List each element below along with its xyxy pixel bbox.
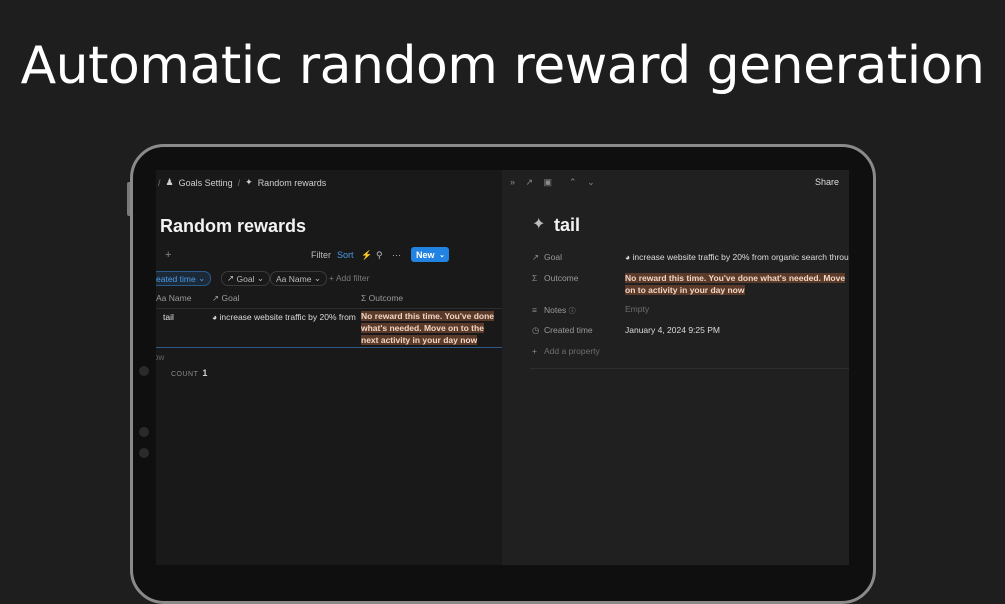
filter-button[interactable]: Filter <box>311 250 331 260</box>
database-toolbar: + Filter Sort ⚡ ⚲ ··· New ⌄ <box>156 247 502 265</box>
share-button[interactable]: Share <box>815 177 839 187</box>
relation-arrow-icon: ↗ <box>532 252 540 262</box>
chevron-down-icon: ⌄ <box>256 273 264 283</box>
prop-created-value: January 4, 2024 9:25 PM <box>625 325 720 335</box>
filter-goal[interactable]: ↗ Goal ⌄ <box>221 271 270 286</box>
more-icon[interactable]: ··· <box>392 250 401 260</box>
prop-outcome-value[interactable]: No reward this time. You've done what's … <box>625 272 849 296</box>
row-outcome[interactable]: No reward this time. You've done what's … <box>361 310 502 346</box>
sidebar-dot <box>139 427 149 437</box>
sidebar-dot <box>139 366 149 376</box>
page-title[interactable]: tail <box>554 215 580 236</box>
plus-icon: + <box>532 346 537 356</box>
automation-icon[interactable]: ⚡ <box>361 250 372 261</box>
prop-notes-label[interactable]: ≡ Notes ⓘ <box>532 305 576 316</box>
table-row[interactable]: tail ◕ increase website traffic by 20% f… <box>156 309 502 348</box>
column-name[interactable]: Aa Name <box>156 293 191 303</box>
new-button[interactable]: New ⌄ <box>411 247 449 262</box>
goal-page-icon: ◕ <box>625 252 631 262</box>
search-icon[interactable]: ⚲ <box>376 250 383 261</box>
table-header: Aa Name ↗ Goal Σ Outcome <box>156 292 502 309</box>
database-pane: / ♟ Goals Setting / ✦ Random rewards Ran… <box>156 170 502 565</box>
chevron-down-icon: ⌄ <box>198 273 206 283</box>
divider <box>530 368 849 369</box>
clock-icon: ◷ <box>532 325 540 335</box>
relation-arrow-icon: ↗ <box>227 273 235 283</box>
relation-arrow-icon: ↗ <box>212 293 220 303</box>
row-name[interactable]: tail <box>163 312 174 322</box>
add-view-button[interactable]: + <box>165 249 171 261</box>
headline: Automatic random reward generation <box>20 36 985 96</box>
notes-icon: ≡ <box>532 305 537 315</box>
column-goal[interactable]: ↗ Goal <box>212 293 239 304</box>
prop-outcome-label[interactable]: Σ Outcome <box>532 273 579 283</box>
person-icon: ♟ <box>165 177 174 187</box>
cactus-icon: ✦ <box>245 177 253 187</box>
row-goal[interactable]: ◕ increase website traffic by 20% from o… <box>212 312 358 322</box>
filter-bar: eated time ⌄ ↗ Goal ⌄ Aa Name ⌄ + Add fi… <box>156 271 502 287</box>
text-type-icon: Aa <box>156 293 167 303</box>
sort-button[interactable]: Sort <box>337 250 354 260</box>
filter-created-time[interactable]: eated time ⌄ <box>156 271 212 286</box>
chevron-down-icon: ⌄ <box>313 273 321 283</box>
prop-notes-value[interactable]: Empty <box>625 304 849 314</box>
text-type-icon: Aa <box>276 273 287 284</box>
new-row-button[interactable]: ow <box>156 353 164 362</box>
count-summary[interactable]: COUNT 1 <box>171 368 208 378</box>
prop-goal-value[interactable]: ◕ increase website traffic by 20% from o… <box>625 252 849 262</box>
app-screen: / ♟ Goals Setting / ✦ Random rewards Ran… <box>156 170 849 565</box>
column-outcome[interactable]: Σ Outcome <box>361 293 403 303</box>
chevron-down-icon[interactable]: ⌄ <box>439 251 449 259</box>
add-filter-button[interactable]: + Add filter <box>329 273 369 283</box>
formula-icon: Σ <box>361 293 367 303</box>
page-peek-pane: » ↗ ▣ ⌃ ⌄ Share ✦ tail ↗ Goal ◕ increase … <box>502 170 849 565</box>
prop-goal-label[interactable]: ↗ Goal <box>532 252 562 263</box>
info-icon: ⓘ <box>568 308 576 315</box>
cactus-icon: ✦ <box>532 216 546 233</box>
database-title: Random rewards <box>160 216 307 236</box>
breadcrumb-random-rewards[interactable]: Random rewards <box>258 178 327 188</box>
breadcrumb-goals-setting[interactable]: Goals Setting <box>179 178 233 188</box>
breadcrumb: / ♟ Goals Setting / ✦ Random rewards <box>158 177 327 188</box>
sidebar-dot <box>139 448 149 458</box>
filter-name[interactable]: Aa Name ⌄ <box>270 271 327 286</box>
add-property-button[interactable]: + Add a property <box>532 346 600 356</box>
goal-page-icon: ◕ <box>212 312 218 322</box>
prop-created-label[interactable]: ◷ Created time <box>532 325 593 336</box>
formula-icon: Σ <box>532 273 538 283</box>
peek-controls[interactable]: » ↗ ▣ ⌃ ⌄ <box>510 177 599 188</box>
